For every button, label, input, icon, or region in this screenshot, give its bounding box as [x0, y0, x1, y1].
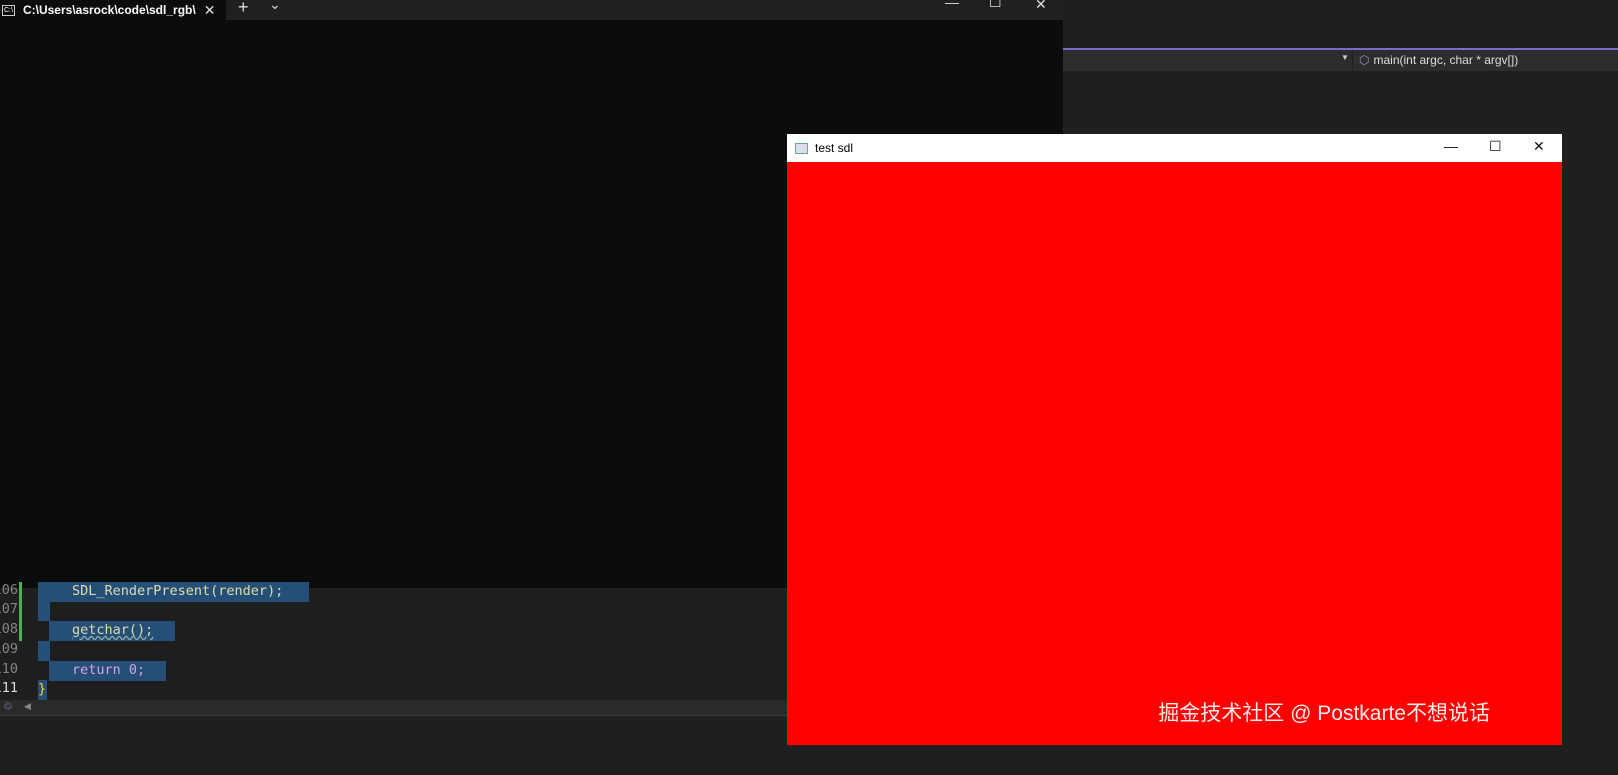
new-tab-button[interactable]: + — [238, 0, 249, 18]
copilot-icon[interactable]: ♲ — [3, 700, 13, 713]
app-icon — [795, 142, 808, 154]
maximize-button[interactable]: ☐ — [1489, 138, 1502, 155]
maximize-button[interactable]: ☐ — [989, 0, 1002, 11]
minimize-button[interactable]: — — [1444, 138, 1458, 154]
sdl-window: test sdl — ☐ ✕ 掘金技术社区 @ Postkarte不想说话 — [787, 134, 1562, 745]
function-dropdown[interactable]: ⬡ main(int argc, char * argv[]) — [1359, 53, 1518, 67]
code-editor[interactable]: 106 SDL_RenderPresent(render); 107 108 g… — [0, 582, 787, 700]
code-text: SDL_RenderPresent(render); — [72, 583, 284, 599]
code-line: 110 return 0; — [0, 661, 787, 681]
code-line: 109 — [0, 641, 787, 661]
output-panel — [0, 715, 787, 775]
cube-icon: ⬡ — [1359, 53, 1370, 67]
function-name: main(int argc, char * argv[]) — [1373, 53, 1519, 67]
change-marker — [19, 601, 22, 621]
scope-dropdown[interactable] — [1063, 50, 1353, 71]
code-text: return 0; — [72, 662, 146, 678]
code-line: 106 SDL_RenderPresent(render); — [0, 582, 787, 602]
line-number: 108 — [0, 621, 18, 637]
code-line: 111 } — [0, 680, 787, 700]
line-number: 111 — [0, 680, 18, 696]
terminal-tab[interactable]: C:\ C:\Users\asrock\code\sdl_rgb\ ✕ — [0, 0, 226, 20]
vs-navigation-bar: ▼ ⬡ main(int argc, char * argv[]) — [1063, 50, 1618, 71]
minimize-button[interactable]: — — [945, 0, 959, 10]
window-title: test sdl — [815, 141, 854, 155]
vs-toolbar-area — [1063, 0, 1618, 49]
change-marker — [19, 621, 22, 641]
scroll-left-icon[interactable]: ◀ — [24, 701, 31, 712]
terminal-tab-bar: C:\ C:\Users\asrock\code\sdl_rgb\ ✕ + ⌄ … — [0, 0, 1063, 20]
watermark: 掘金技术社区 @ Postkarte不想说话 — [1158, 702, 1490, 725]
line-number: 107 — [0, 601, 18, 617]
change-marker — [19, 582, 22, 602]
tab-dropdown-button[interactable]: ⌄ — [269, 0, 281, 13]
line-number: 106 — [0, 582, 18, 598]
chevron-down-icon[interactable]: ▼ — [1341, 53, 1349, 62]
close-button[interactable]: ✕ — [1533, 138, 1545, 155]
horizontal-scrollbar[interactable]: ♲ ◀ — [0, 700, 787, 715]
line-number: 110 — [0, 661, 18, 677]
close-button[interactable]: ✕ — [1035, 0, 1047, 13]
code-text: } — [38, 681, 47, 697]
cmd-icon: C:\ — [2, 4, 15, 16]
code-line: 107 — [0, 601, 787, 621]
sdl-title-bar[interactable]: test sdl — ☐ ✕ — [787, 134, 1562, 162]
code-text: getchar(); — [72, 622, 154, 638]
code-line: 108 getchar(); — [0, 621, 787, 641]
tab-close-icon[interactable]: ✕ — [204, 2, 216, 19]
tab-title: C:\Users\asrock\code\sdl_rgb\ — [22, 3, 196, 17]
line-number: 109 — [0, 641, 18, 657]
